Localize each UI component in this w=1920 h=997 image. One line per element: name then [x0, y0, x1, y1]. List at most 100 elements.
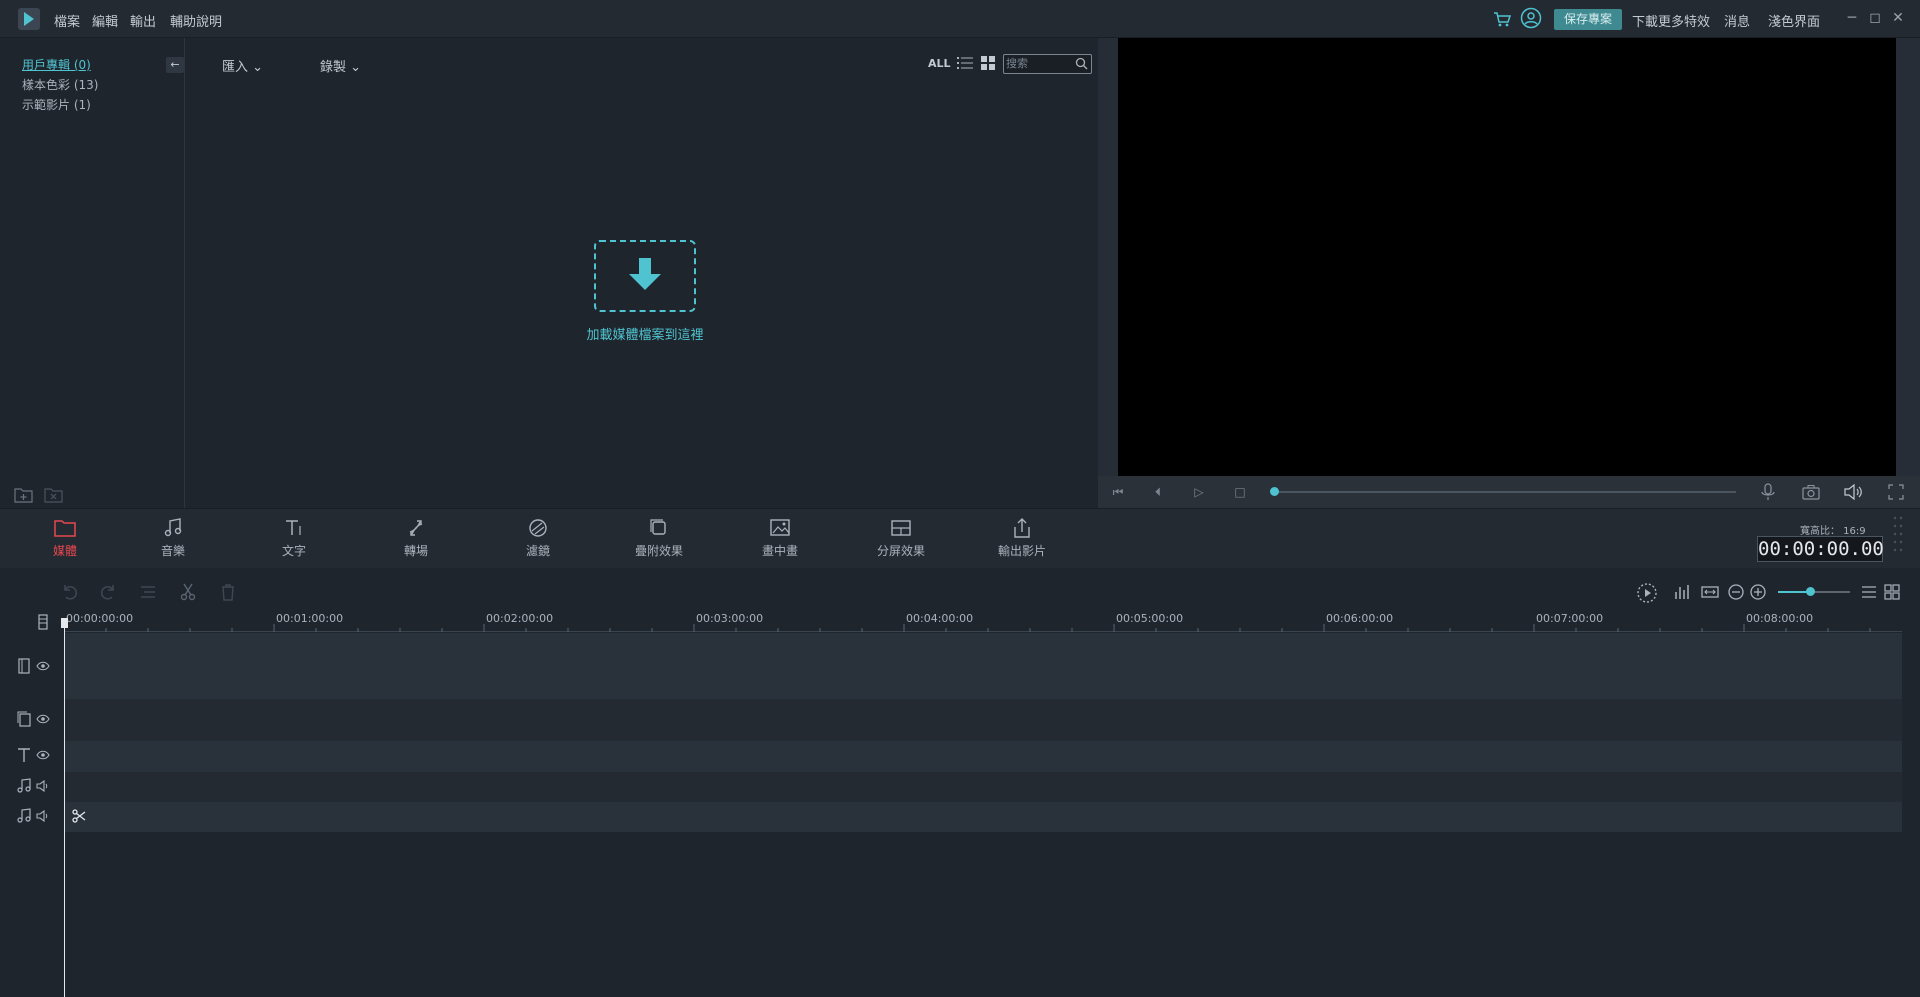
- zoom-in-icon[interactable]: [1749, 583, 1767, 601]
- video-track-icon: [18, 658, 30, 674]
- tool-media[interactable]: 媒體: [25, 518, 105, 559]
- fullscreen-icon[interactable]: [1888, 484, 1904, 500]
- timeline-tick-label: 00:07:00:00: [1536, 612, 1604, 625]
- snapshot-camera-icon[interactable]: [1802, 484, 1820, 500]
- overlay-track[interactable]: [64, 699, 1902, 741]
- library-item-demo-videos[interactable]: 示範影片 (1): [22, 96, 91, 113]
- tool-export-video[interactable]: 輸出影片: [982, 518, 1062, 559]
- search-icon[interactable]: [1075, 57, 1088, 70]
- tool-label: 音樂: [160, 544, 185, 558]
- save-project-button[interactable]: 保存專案: [1554, 9, 1622, 30]
- skip-back-icon[interactable]: ⏮: [1110, 484, 1126, 500]
- track-manager-icon[interactable]: [1860, 583, 1878, 601]
- eye-icon[interactable]: [36, 749, 50, 761]
- properties-icon[interactable]: [138, 582, 158, 602]
- redo-icon[interactable]: [98, 582, 118, 602]
- aspect-ratio-label: 寬高比： 16:9: [1800, 526, 1866, 537]
- music-track-2[interactable]: [64, 802, 1902, 832]
- volume-icon[interactable]: [1844, 484, 1862, 500]
- music-track-1[interactable]: [64, 772, 1902, 802]
- grid-view-icon[interactable]: [981, 56, 995, 70]
- render-preview-icon[interactable]: [1636, 582, 1658, 604]
- tool-pip[interactable]: 畫中畫: [740, 518, 820, 559]
- playback-progress-track[interactable]: [1274, 491, 1736, 493]
- timeline-tick-label: 00:06:00:00: [1326, 612, 1394, 625]
- undo-icon[interactable]: [60, 582, 80, 602]
- tool-label: 分屏效果: [876, 544, 925, 558]
- timeline-scrollbar[interactable]: [1902, 633, 1920, 833]
- zoom-slider-knob[interactable]: [1806, 587, 1815, 596]
- list-view-icon[interactable]: [957, 56, 973, 70]
- collapse-sidebar-button[interactable]: ←: [166, 57, 184, 73]
- timeline-tick-label: 00:05:00:00: [1116, 612, 1184, 625]
- tool-label: 媒體: [52, 544, 77, 558]
- panel-grip-icon[interactable]: [1892, 514, 1904, 560]
- account-icon[interactable]: [1520, 7, 1542, 29]
- tool-label: 文字: [281, 544, 306, 558]
- timeline-tick-label: 00:03:00:00: [696, 612, 764, 625]
- menu-file[interactable]: 檔案: [54, 11, 80, 30]
- maximize-button[interactable]: ◻: [1866, 9, 1884, 27]
- playback-progress-knob[interactable]: [1270, 487, 1279, 496]
- video-track[interactable]: [64, 633, 1902, 699]
- menu-export[interactable]: 輸出: [130, 11, 156, 30]
- preview-left-gutter: [1098, 38, 1118, 508]
- tool-label: 畫中畫: [761, 544, 798, 558]
- timeline-tick-label: 00:08:00:00: [1746, 612, 1814, 625]
- split-clip-icon[interactable]: [178, 582, 198, 602]
- drop-zone-label: 加載媒體檔案到這裡: [586, 328, 704, 343]
- eye-icon[interactable]: [36, 660, 50, 672]
- tool-overlay[interactable]: 疊附效果: [619, 518, 699, 559]
- snap-toggle-icon[interactable]: [36, 614, 50, 630]
- overlay-icon: [650, 519, 666, 535]
- tool-transition[interactable]: 轉場: [376, 518, 456, 559]
- video-preview[interactable]: [1118, 38, 1896, 476]
- step-back-icon[interactable]: ⏴: [1150, 484, 1166, 500]
- download-effects-link[interactable]: 下載更多特效: [1632, 11, 1710, 30]
- music-track-icon: [17, 778, 31, 793]
- tool-filter[interactable]: 濾鏡: [498, 518, 578, 559]
- tool-label: 疊附效果: [634, 544, 683, 558]
- speaker-icon[interactable]: [36, 780, 50, 792]
- minimize-button[interactable]: ─: [1843, 9, 1861, 27]
- remove-folder-icon[interactable]: [44, 486, 64, 504]
- microphone-icon[interactable]: [1760, 483, 1776, 501]
- library-item-sample-colors[interactable]: 樣本色彩 (13): [22, 76, 98, 93]
- cart-icon[interactable]: [1492, 9, 1512, 29]
- speaker-icon[interactable]: [36, 810, 50, 822]
- record-dropdown[interactable]: 錄製 ⌄: [320, 56, 361, 75]
- text-track[interactable]: [64, 741, 1902, 772]
- text-icon: [286, 520, 301, 535]
- tool-label: 濾鏡: [525, 544, 550, 558]
- playhead-handle[interactable]: [61, 618, 68, 628]
- menu-edit[interactable]: 編輯: [92, 11, 118, 30]
- menu-help[interactable]: 輔助說明: [170, 11, 222, 30]
- playhead[interactable]: [64, 620, 65, 997]
- filter-all-button[interactable]: ALL: [928, 57, 951, 70]
- tool-music[interactable]: 音樂: [133, 518, 213, 559]
- timeline-tick-label: 00:00:00:00: [66, 612, 134, 625]
- pip-icon: [770, 519, 790, 536]
- layout-grid-icon[interactable]: [1883, 583, 1901, 601]
- eye-icon[interactable]: [36, 713, 50, 725]
- close-button[interactable]: ✕: [1889, 9, 1907, 27]
- music-icon: [164, 518, 182, 537]
- messages-link[interactable]: 消息: [1724, 11, 1750, 30]
- text-track-icon: [18, 748, 30, 762]
- scissors-icon[interactable]: [72, 809, 86, 823]
- stop-icon[interactable]: □: [1232, 484, 1248, 500]
- search-input[interactable]: [1006, 56, 1070, 71]
- audio-mixer-icon[interactable]: [1674, 583, 1692, 601]
- timeline-tick-label: 00:01:00:00: [276, 612, 344, 625]
- light-ui-toggle[interactable]: 淺色界面: [1768, 11, 1820, 30]
- delete-icon[interactable]: [218, 582, 238, 602]
- import-dropdown[interactable]: 匯入 ⌄: [222, 56, 263, 75]
- zoom-out-icon[interactable]: [1727, 583, 1745, 601]
- tool-text[interactable]: 文字: [254, 518, 334, 559]
- play-icon[interactable]: ▷: [1191, 484, 1207, 500]
- add-folder-icon[interactable]: [14, 486, 34, 504]
- zoom-to-fit-icon[interactable]: [1701, 583, 1719, 601]
- transition-icon: [409, 520, 423, 536]
- library-item-user-album[interactable]: 用戶專輯 (0): [22, 56, 91, 73]
- tool-split-screen[interactable]: 分屏效果: [861, 518, 941, 559]
